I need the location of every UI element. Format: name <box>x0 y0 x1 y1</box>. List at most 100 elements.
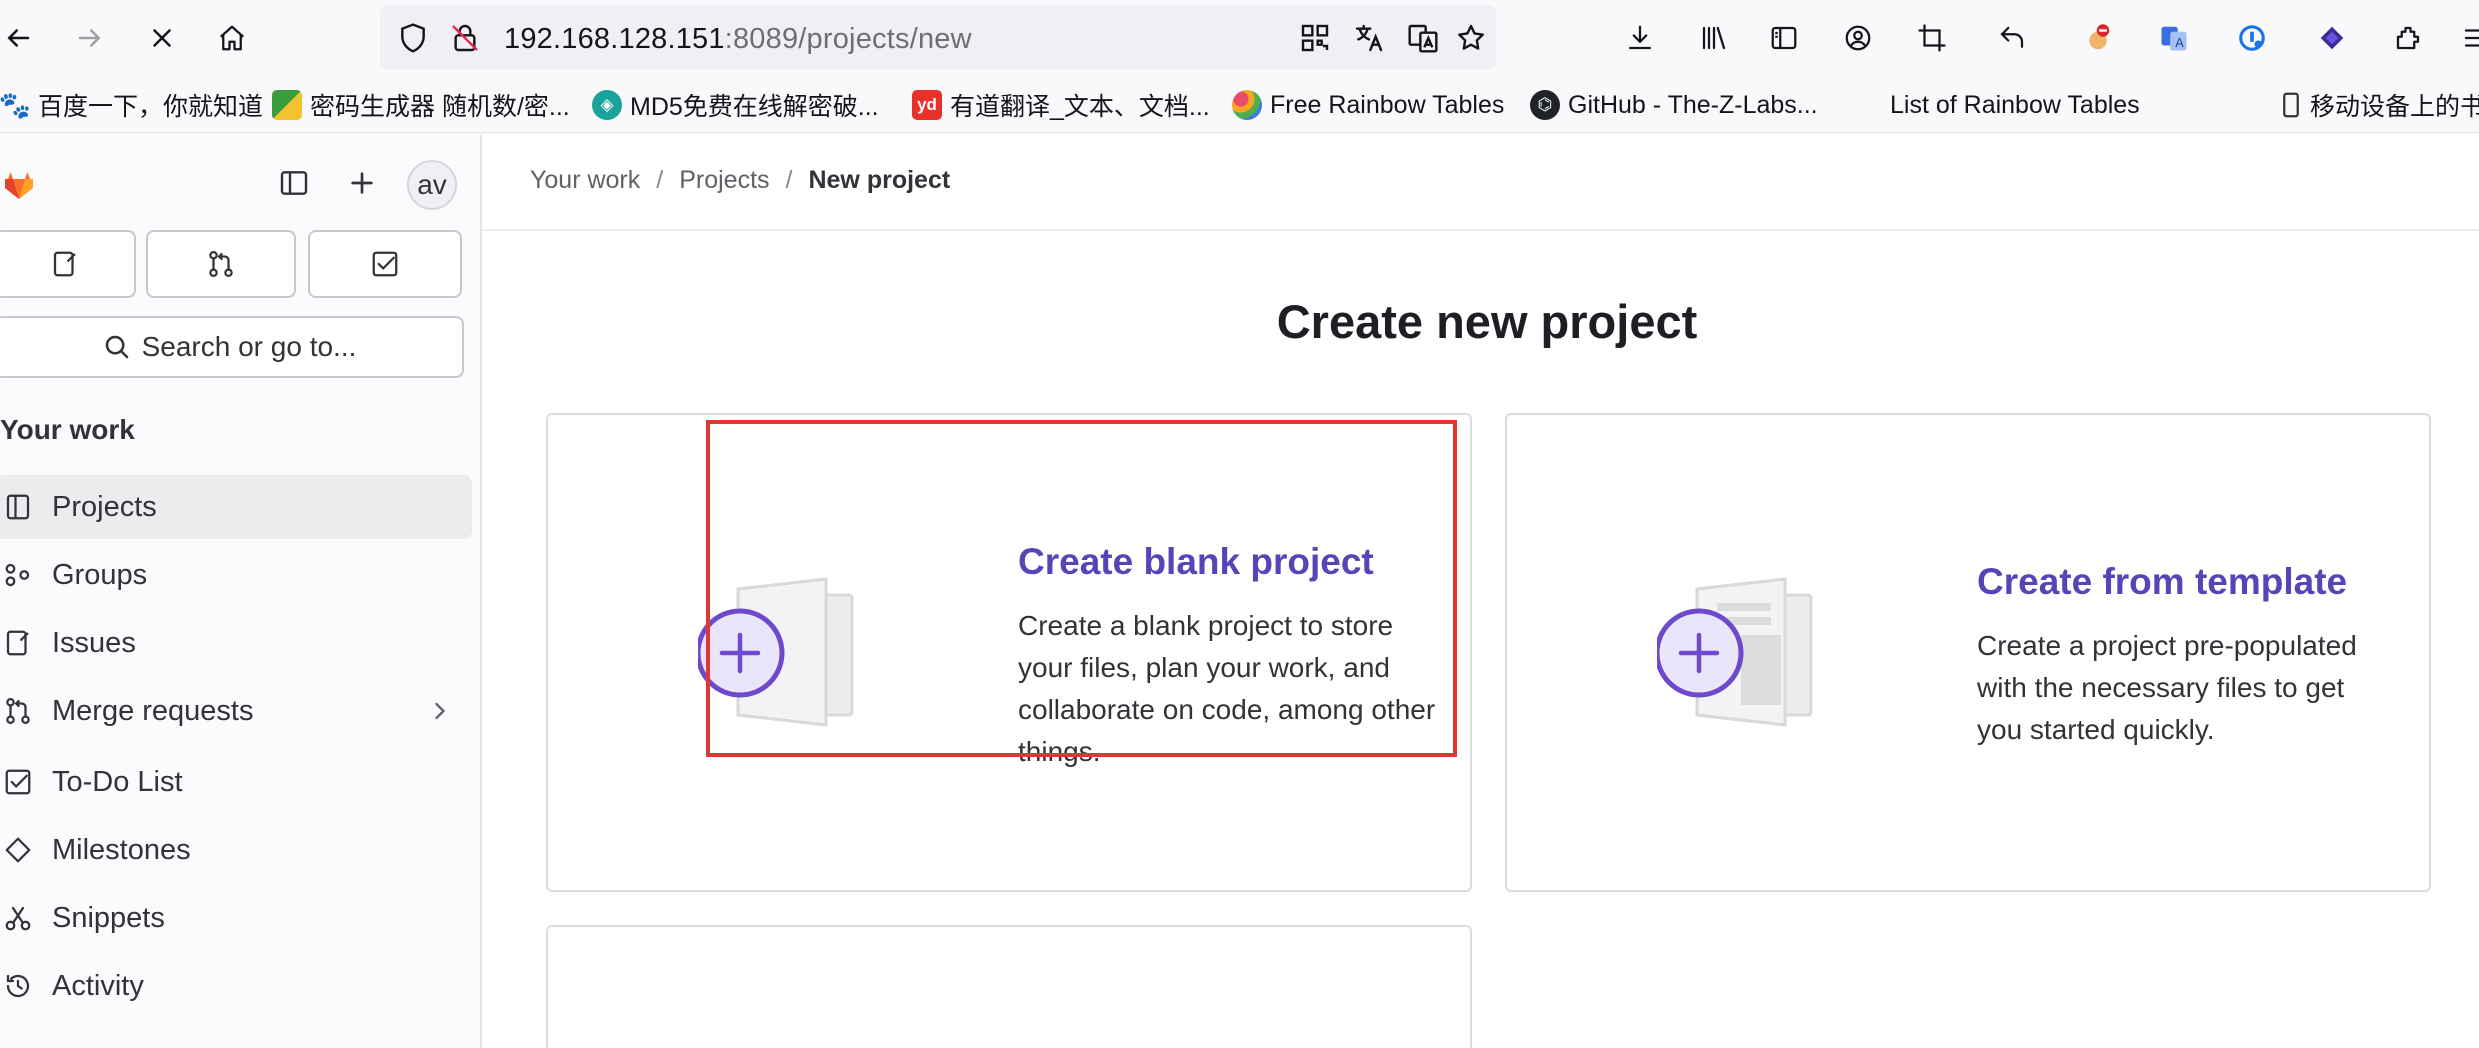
bookmark-github[interactable]: ⌬ GitHub - The-Z-Labs... <box>1530 88 1818 122</box>
sidebar-item-label: Milestones <box>52 833 191 866</box>
card-description: Create a project pre-populated with the … <box>1977 630 2357 745</box>
url-host: 192.168.128.151 <box>504 23 725 55</box>
github-icon: ⌬ <box>1530 90 1560 120</box>
bookmark-mobile[interactable]: 移动设备上的书 <box>2280 88 2479 122</box>
breadcrumb-your-work[interactable]: Your work <box>530 166 640 195</box>
sidebar-toggle-icon[interactable] <box>1760 14 1808 62</box>
library-icon[interactable] <box>1690 14 1738 62</box>
breadcrumb-projects[interactable]: Projects <box>679 166 769 195</box>
downloads-icon[interactable] <box>1616 14 1664 62</box>
sidebar-item-issues[interactable]: Issues <box>0 611 472 675</box>
todo-icon <box>372 251 398 277</box>
bookmark-label: 有道翻译_文本、文档... <box>950 93 1210 121</box>
bookmarks-bar: 🐾 百度一下，你就知道 密码生成器 随机数/密... ◈ MD5免费在线解密破.… <box>0 76 2479 133</box>
bookmark-list-of-rainbow-tables[interactable]: List of Rainbow Tables <box>1852 88 2140 122</box>
rainbow-icon <box>1232 90 1262 120</box>
chevron-right-icon[interactable] <box>426 697 454 725</box>
bookmark-label: 百度一下，你就知道 <box>38 93 264 121</box>
avatar[interactable]: av <box>407 160 457 210</box>
group-icon <box>0 557 36 593</box>
bookmark-free-rainbow-tables[interactable]: Free Rainbow Tables <box>1232 88 1504 122</box>
browser-toolbar: 192.168.128.151:8089/projects/new A <box>0 0 2479 76</box>
sidebar-item-snippets[interactable]: Snippets <box>0 886 472 950</box>
translate-icon[interactable] <box>1350 19 1388 57</box>
sidebar-item-todo-list[interactable]: To-Do List <box>0 750 472 814</box>
layers-extension-icon[interactable] <box>2308 14 2356 62</box>
search-icon <box>105 335 128 359</box>
star-icon[interactable] <box>1452 19 1490 57</box>
create-new-icon[interactable] <box>340 161 384 205</box>
adblock-extension-icon[interactable] <box>2074 14 2122 62</box>
back-icon[interactable] <box>0 14 42 62</box>
sidebar-item-milestones[interactable]: Milestones <box>0 818 472 882</box>
divider <box>482 229 2479 231</box>
todos-count-button[interactable] <box>308 230 462 298</box>
insecure-lock-icon[interactable] <box>446 19 484 57</box>
extensions-icon[interactable] <box>2384 14 2432 62</box>
collapse-sidebar-icon[interactable] <box>272 161 316 205</box>
create-blank-project-card[interactable]: Create blank project Create a blank proj… <box>546 413 1472 892</box>
bookmark-label: Free Rainbow Tables <box>1270 90 1505 119</box>
project-icon <box>0 489 36 525</box>
blank-project-illustration <box>698 577 854 727</box>
issues-icon <box>53 251 76 277</box>
sidebar-item-projects[interactable]: Projects <box>0 475 472 539</box>
sidebar-section-heading[interactable]: Your work <box>0 414 135 446</box>
issues-count-button[interactable] <box>0 230 136 298</box>
card-title[interactable]: Create from template <box>1977 561 2347 603</box>
card-title[interactable]: Create blank project <box>1018 541 1374 583</box>
undo-icon[interactable] <box>1988 14 2036 62</box>
sidebar-item-label: Projects <box>52 490 157 523</box>
sidebar-item-label: Issues <box>52 626 136 659</box>
sidebar-item-groups[interactable]: Groups <box>0 543 472 607</box>
bookmark-baidu[interactable]: 🐾 百度一下，你就知道 <box>0 88 263 122</box>
qr-code-icon[interactable] <box>1296 19 1334 57</box>
account-icon[interactable] <box>1834 14 1882 62</box>
gitlab-sidebar: av Search or go to... Your work Projects… <box>0 134 482 1048</box>
translator-extension-icon[interactable]: A <box>2150 14 2198 62</box>
mobile-device-icon <box>2280 90 2302 120</box>
home-icon[interactable] <box>208 14 256 62</box>
bookmark-password-generator[interactable]: 密码生成器 随机数/密... <box>272 88 570 122</box>
merge-requests-count-button[interactable] <box>146 230 296 298</box>
menu-icon[interactable] <box>2452 14 2479 62</box>
stop-icon[interactable] <box>138 14 186 62</box>
md5-icon: ◈ <box>592 90 622 120</box>
bookmark-label: 密码生成器 随机数/密... <box>310 93 570 121</box>
youdao-icon: yd <box>912 90 942 120</box>
shield-icon[interactable] <box>394 19 432 57</box>
password-manager-icon[interactable] <box>2228 14 2276 62</box>
breadcrumb-current[interactable]: New project <box>808 166 950 195</box>
snippet-icon <box>0 900 36 936</box>
forward-icon[interactable] <box>66 14 114 62</box>
breadcrumb: Your work / Projects / New project <box>530 166 950 195</box>
url-text[interactable]: 192.168.128.151:8089/projects/new <box>504 23 972 56</box>
page-title: Create new project <box>1276 295 1698 348</box>
sidebar-item-activity[interactable]: Activity <box>0 954 472 1018</box>
gitlab-logo-icon[interactable] <box>0 160 44 210</box>
page-translate-icon[interactable] <box>1404 19 1442 57</box>
sidebar-item-label: To-Do List <box>52 765 183 798</box>
bookmark-md5[interactable]: ◈ MD5免费在线解密破... <box>592 88 879 122</box>
bookmark-label: 移动设备上的书 <box>2310 93 2479 121</box>
milestone-icon <box>0 832 36 868</box>
svg-text:A: A <box>2175 35 2184 50</box>
sidebar-item-merge-requests[interactable]: Merge requests <box>0 679 472 743</box>
bookmark-label: List of Rainbow Tables <box>1890 90 2140 119</box>
url-path: :8089/projects/new <box>724 23 972 55</box>
create-from-template-card[interactable]: Create from template Create a project pr… <box>1505 413 2431 892</box>
import-project-card[interactable] <box>546 925 1472 1048</box>
issues-icon <box>0 625 36 661</box>
merge-request-icon <box>0 693 36 729</box>
bookmark-youdao[interactable]: yd 有道翻译_文本、文档... <box>912 88 1210 122</box>
crop-icon[interactable] <box>1908 14 1956 62</box>
sidebar-item-label: Merge requests <box>52 694 254 727</box>
card-description: Create a blank project to store your fil… <box>1018 610 1436 767</box>
search-button[interactable]: Search or go to... <box>0 316 464 378</box>
merge-request-icon <box>209 251 233 277</box>
breadcrumb-separator: / <box>785 166 793 194</box>
password-generator-icon <box>272 90 302 120</box>
todo-icon <box>0 764 36 800</box>
blank-page-icon <box>1852 90 1882 120</box>
address-bar[interactable]: 192.168.128.151:8089/projects/new <box>380 5 1496 70</box>
